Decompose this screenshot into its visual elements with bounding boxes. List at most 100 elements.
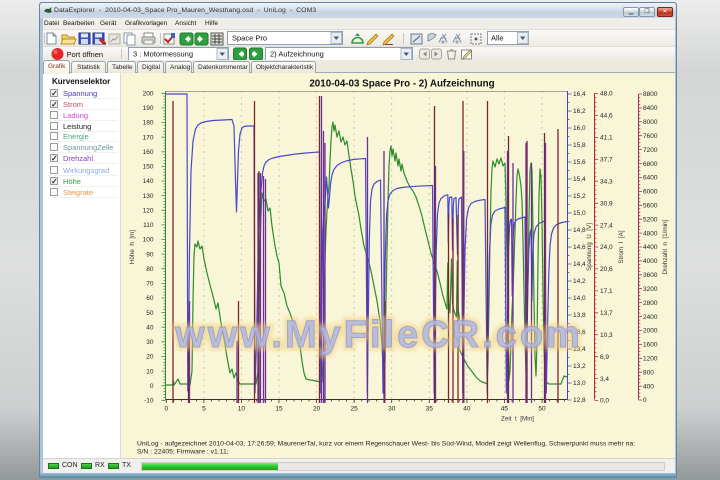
- svg-text:3200: 3200: [643, 286, 658, 293]
- svg-text:3,4: 3,4: [600, 376, 609, 383]
- svg-text:0,0: 0,0: [600, 398, 609, 405]
- svg-text:120: 120: [143, 208, 154, 215]
- svg-text:4800: 4800: [643, 230, 658, 237]
- svg-text:110: 110: [143, 222, 154, 229]
- svg-text:800: 800: [643, 369, 654, 376]
- svg-text:14,2: 14,2: [573, 278, 586, 285]
- svg-text:Zeit t [Min]: Zeit t [Min]: [501, 416, 534, 423]
- svg-text:2) Aufzeichnung: 2) Aufzeichnung: [270, 50, 324, 59]
- svg-text:8400: 8400: [643, 105, 658, 112]
- svg-text:41,1: 41,1: [600, 135, 613, 142]
- svg-text:17,1: 17,1: [600, 288, 613, 295]
- svg-text:180: 180: [143, 120, 154, 127]
- svg-text:15,8: 15,8: [573, 142, 586, 149]
- svg-text:www.MyFileCR.com: www.MyFileCR.com: [174, 314, 583, 356]
- svg-text:14,6: 14,6: [573, 244, 586, 251]
- svg-text:50: 50: [146, 310, 154, 317]
- svg-text:34,3: 34,3: [600, 178, 613, 185]
- svg-text:40: 40: [146, 324, 154, 331]
- svg-text:16,2: 16,2: [573, 108, 586, 115]
- svg-text:90: 90: [146, 251, 154, 258]
- svg-text:8800: 8800: [643, 91, 658, 98]
- svg-text:2000: 2000: [643, 328, 658, 335]
- svg-text:12,8: 12,8: [573, 397, 586, 404]
- svg-text:1600: 1600: [643, 342, 658, 349]
- svg-text:190: 190: [143, 105, 154, 112]
- svg-text:10: 10: [238, 406, 246, 413]
- svg-text:100: 100: [143, 237, 154, 244]
- svg-text:40: 40: [463, 406, 471, 413]
- svg-text:Höhe h [m]: Höhe h [m]: [129, 230, 136, 265]
- svg-text:6800: 6800: [643, 161, 658, 168]
- svg-text:15,6: 15,6: [573, 159, 586, 166]
- svg-text:15,4: 15,4: [573, 176, 586, 183]
- svg-text:35: 35: [426, 406, 434, 413]
- svg-text:15,0: 15,0: [573, 210, 586, 217]
- svg-text:44,6: 44,6: [600, 113, 613, 120]
- svg-text:5200: 5200: [643, 216, 658, 223]
- svg-text:8000: 8000: [643, 119, 658, 126]
- svg-text:200: 200: [143, 91, 154, 98]
- svg-text:Alle: Alle: [491, 34, 504, 43]
- svg-text:30,9: 30,9: [600, 200, 613, 207]
- svg-text:7600: 7600: [643, 133, 658, 140]
- svg-text:0: 0: [643, 397, 647, 404]
- svg-text:50: 50: [538, 406, 546, 413]
- svg-text:60: 60: [146, 295, 154, 302]
- svg-text:10,3: 10,3: [600, 332, 613, 339]
- svg-text:3600: 3600: [643, 272, 658, 279]
- svg-text:20: 20: [313, 406, 321, 413]
- svg-text:14,0: 14,0: [573, 295, 586, 302]
- svg-text:0: 0: [150, 383, 154, 390]
- svg-text:45: 45: [501, 406, 509, 413]
- svg-text:14,4: 14,4: [573, 261, 586, 268]
- svg-text:2010-04-03 Space Pro - 2) Aufz: 2010-04-03 Space Pro - 2) Aufzeichnung: [309, 79, 494, 90]
- svg-text:27,4: 27,4: [600, 222, 613, 229]
- svg-text:30: 30: [146, 339, 154, 346]
- svg-text:4000: 4000: [643, 258, 658, 265]
- svg-text:170: 170: [143, 134, 154, 141]
- svg-text:Port öffnen: Port öffnen: [67, 50, 104, 59]
- svg-text:20: 20: [146, 354, 154, 361]
- svg-text:13,2: 13,2: [573, 363, 586, 370]
- svg-text:130: 130: [143, 193, 154, 200]
- svg-text:5: 5: [202, 406, 206, 413]
- svg-text:6400: 6400: [643, 175, 658, 182]
- svg-text:16,4: 16,4: [573, 91, 586, 98]
- svg-text:Strom I [A]: Strom I [A]: [618, 230, 625, 263]
- svg-text:4400: 4400: [643, 244, 658, 251]
- svg-text:6,9: 6,9: [600, 354, 609, 361]
- svg-text:-10: -10: [144, 398, 154, 405]
- svg-text:24,0: 24,0: [600, 244, 613, 251]
- svg-text:6000: 6000: [643, 189, 658, 196]
- svg-text:5600: 5600: [643, 203, 658, 210]
- svg-text:S/N : 22405; Firmware : v1.11;: S/N : 22405; Firmware : v1.11;: [137, 449, 229, 456]
- svg-text:UniLog - aufgezeichnet 2010-04: UniLog - aufgezeichnet 2010-04-03, 17:26…: [137, 441, 635, 448]
- svg-text:2400: 2400: [643, 314, 658, 321]
- svg-text:160: 160: [143, 149, 154, 156]
- svg-text:150: 150: [143, 164, 154, 171]
- svg-text:48,0: 48,0: [600, 91, 613, 98]
- svg-text:30: 30: [388, 406, 396, 413]
- svg-text:20,6: 20,6: [600, 266, 613, 273]
- svg-text:Space Pro: Space Pro: [232, 34, 267, 43]
- svg-text:0: 0: [164, 406, 168, 413]
- svg-text:13,0: 13,0: [573, 380, 586, 387]
- svg-text:3 : Motormessung: 3 : Motormessung: [133, 50, 193, 59]
- svg-text:1200: 1200: [643, 356, 658, 363]
- svg-text:25: 25: [350, 406, 358, 413]
- svg-text:Spannung U [V]: Spannung U [V]: [586, 223, 593, 271]
- svg-text:15,2: 15,2: [573, 193, 586, 200]
- svg-text:14,8: 14,8: [573, 227, 586, 234]
- svg-text:10: 10: [146, 368, 154, 375]
- svg-text:37,7: 37,7: [600, 157, 613, 164]
- svg-text:Drehzahl n [1/min]: Drehzahl n [1/min]: [662, 219, 669, 274]
- svg-text:16,0: 16,0: [573, 125, 586, 132]
- svg-text:400: 400: [643, 383, 654, 390]
- svg-text:13,7: 13,7: [600, 310, 613, 317]
- svg-text:2800: 2800: [643, 300, 658, 307]
- svg-text:140: 140: [143, 178, 154, 185]
- svg-text:15: 15: [275, 406, 283, 413]
- svg-text:80: 80: [146, 266, 154, 273]
- svg-text:70: 70: [146, 281, 154, 288]
